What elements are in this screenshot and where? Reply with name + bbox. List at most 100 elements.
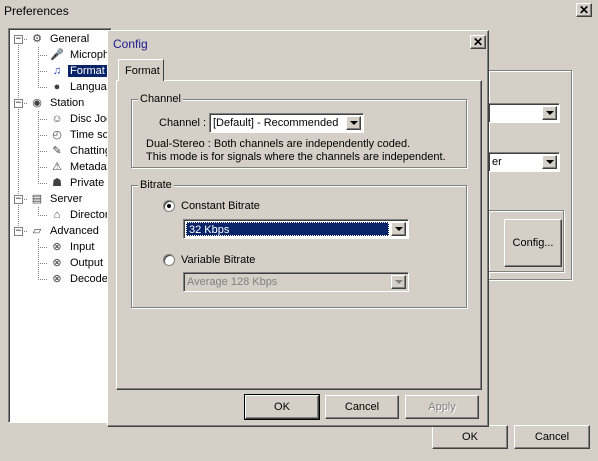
constant-bitrate-selected: 32 Kbps	[186, 222, 389, 236]
main-cancel-button[interactable]: Cancel	[514, 425, 590, 449]
tree-item-label: Disc Joc	[70, 113, 112, 125]
tree-item-metadat[interactable]: ⚠ Metadat	[49, 159, 111, 175]
tree-item-label: Languag	[70, 81, 112, 93]
tree-item-label: Format	[68, 65, 107, 77]
variable-bitrate-select[interactable]: Average 128 Kbps	[183, 272, 409, 292]
config-cancel-label: Cancel	[344, 401, 380, 413]
radio-checked-icon[interactable]	[163, 200, 175, 212]
tree-item-station[interactable]: ◉ Station	[29, 95, 86, 111]
tree-item-label: Director	[70, 209, 109, 221]
chevron-down-icon[interactable]	[542, 106, 557, 120]
tree-connector-branch	[38, 263, 48, 264]
tree-item-label: Private	[70, 177, 105, 189]
preferences-titlebar: Preferences ✕	[0, 0, 598, 22]
channel-group-label: Channel	[138, 93, 183, 105]
close-icon: ✕	[578, 3, 590, 17]
tab-format[interactable]: Format	[118, 59, 164, 81]
directory-icon: ⌂	[53, 209, 61, 221]
chevron-down-icon[interactable]	[391, 222, 406, 236]
tree-connector-branch	[38, 119, 48, 120]
tree-connector-branch	[38, 215, 48, 216]
variable-bitrate-radio[interactable]: Variable Bitrate	[163, 254, 255, 266]
input-icon: ⊗	[52, 241, 62, 253]
tree-item-label: Decoder	[70, 273, 112, 285]
channel-desc-line1: Dual-Stereo : Both channels are independ…	[146, 138, 411, 150]
tree-root: − ⚙ General 🎤 Microphe ♫ Format ● Languag − ◉ Stati…	[9, 29, 111, 422]
config-dialog: Config ✕ Format Channel Channel : [Defau…	[107, 30, 489, 427]
constant-bitrate-select[interactable]: 32 Kbps	[183, 219, 409, 239]
tree-connector-line	[38, 111, 39, 183]
tab-format-label: Format	[125, 65, 160, 77]
bg-config-label: Config...	[512, 237, 554, 249]
collapse-icon[interactable]: −	[14, 227, 23, 236]
config-apply-button[interactable]: Apply	[405, 395, 479, 419]
station-icon: ◉	[32, 97, 42, 109]
tree-connector-branch	[38, 135, 48, 136]
bg-config-button[interactable]: Config...	[504, 219, 562, 267]
radio-unchecked-icon[interactable]	[163, 254, 175, 266]
tree-item-label: Output	[70, 257, 104, 269]
tree-connector-branch	[38, 55, 48, 56]
constant-bitrate-label: Constant Bitrate	[181, 200, 260, 212]
bg-combo-1[interactable]	[488, 103, 560, 123]
collapse-icon[interactable]: −	[14, 99, 23, 108]
constant-bitrate-radio[interactable]: Constant Bitrate	[163, 200, 260, 212]
channel-field-label: Channel :	[159, 117, 207, 129]
tree-item-languag[interactable]: ● Languag	[49, 79, 112, 95]
collapse-icon[interactable]: −	[14, 35, 23, 44]
tree-item-time-sch[interactable]: ◴ Time sch	[49, 127, 111, 143]
config-ok-label: OK	[274, 401, 290, 413]
preferences-title: Preferences	[4, 4, 69, 18]
chevron-down-icon[interactable]	[542, 155, 557, 169]
private-icon: ☗	[52, 177, 62, 189]
bg-combo-2-text: er	[492, 156, 502, 168]
tree-item-chatting[interactable]: ✎ Chatting	[49, 143, 111, 159]
channel-select[interactable]: [Default] - Recommended	[209, 113, 364, 133]
microphone-icon: 🎤	[50, 49, 64, 61]
tree-item-label: General	[50, 33, 90, 45]
main-cancel-label: Cancel	[534, 431, 570, 443]
tree-item-microphe[interactable]: 🎤 Microphe	[49, 47, 112, 63]
tree-item-label: Input	[70, 241, 95, 253]
config-ok-button[interactable]: OK	[245, 395, 319, 419]
config-cancel-button[interactable]: Cancel	[325, 395, 399, 419]
tree-item-label: Chatting	[70, 145, 111, 157]
advanced-icon: ▱	[32, 225, 42, 237]
tree-connector-branch	[38, 247, 48, 248]
tree-item-output[interactable]: ⊗ Output	[49, 255, 105, 271]
tree-item-general[interactable]: ⚙ General	[29, 31, 91, 47]
tree-item-advanced[interactable]: ▱ Advanced	[29, 223, 101, 239]
tree-connector-line	[38, 47, 39, 87]
tree-item-decoder[interactable]: ⊗ Decoder	[49, 271, 112, 287]
config-titlebar: Config ✕	[110, 33, 486, 53]
channel-desc-line2: This mode is for signals where the chann…	[146, 151, 446, 163]
tree-item-format[interactable]: ♫ Format	[49, 63, 107, 79]
constant-bitrate-value: 32 Kbps	[189, 224, 230, 236]
tree-connector-branch	[38, 167, 48, 168]
tree-connector-branch	[38, 87, 48, 88]
music-note-icon: ♫	[52, 65, 62, 77]
tree-connector-line	[38, 207, 39, 215]
tree-item-label: Microphe	[70, 49, 112, 61]
preferences-close-button[interactable]: ✕	[576, 3, 592, 17]
tree-connector-line	[38, 239, 39, 279]
general-icon: ⚙	[32, 33, 42, 45]
tree-item-private[interactable]: ☗ Private	[49, 175, 106, 191]
chevron-down-icon[interactable]	[391, 275, 406, 289]
config-apply-label: Apply	[428, 401, 456, 413]
collapse-icon[interactable]: −	[14, 195, 23, 204]
variable-bitrate-value: Average 128 Kbps	[187, 276, 278, 288]
tree-item-director[interactable]: ⌂ Director	[49, 207, 111, 223]
main-ok-button[interactable]: OK	[432, 425, 508, 449]
tree-item-label: Server	[50, 193, 83, 205]
tree-connector-branch	[38, 151, 48, 152]
tree-item-disc-joc[interactable]: ☺ Disc Joc	[49, 111, 112, 127]
chat-icon: ✎	[52, 145, 62, 157]
main-ok-label: OK	[462, 431, 478, 443]
chevron-down-icon[interactable]	[346, 116, 361, 130]
bg-combo-2[interactable]: er	[488, 152, 560, 172]
preferences-tree[interactable]: − ⚙ General 🎤 Microphe ♫ Format ● Languag − ◉ Stati…	[8, 28, 112, 423]
tree-item-server[interactable]: ▤ Server	[29, 191, 84, 207]
tree-item-input[interactable]: ⊗ Input	[49, 239, 96, 255]
config-close-button[interactable]: ✕	[470, 35, 486, 49]
